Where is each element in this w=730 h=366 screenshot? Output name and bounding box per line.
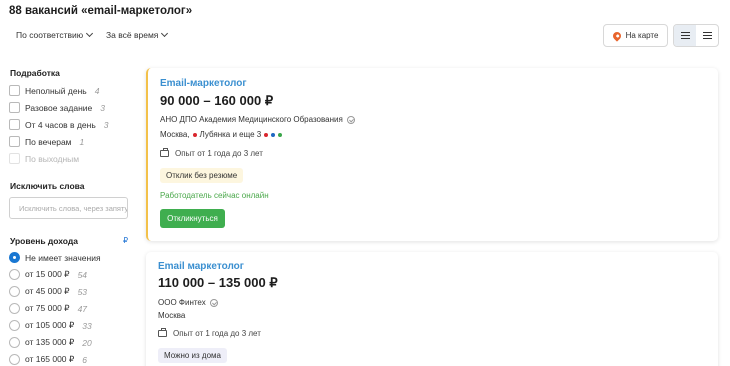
radio-button[interactable] bbox=[9, 303, 20, 314]
briefcase-icon bbox=[158, 328, 167, 337]
radio-button[interactable] bbox=[9, 337, 20, 348]
map-button-label: На карте bbox=[625, 31, 659, 40]
sort-label: По соответствию bbox=[16, 30, 84, 40]
metro-station: Лубянка и еще 3 bbox=[199, 130, 262, 139]
vacancy-title-link[interactable]: Email-маркетолог bbox=[160, 78, 247, 89]
filter-label: Неполный день bbox=[25, 85, 87, 96]
checkbox[interactable] bbox=[9, 136, 20, 147]
income-count: 33 bbox=[82, 320, 92, 331]
income-label: Не имеет значения bbox=[25, 252, 101, 263]
radio-button[interactable] bbox=[9, 320, 20, 331]
vacancy-title-link[interactable]: Email маркетолог bbox=[158, 261, 244, 272]
filter-count: 3 bbox=[100, 102, 105, 113]
detailed-view-button[interactable] bbox=[696, 25, 718, 46]
radio-button[interactable] bbox=[9, 286, 20, 297]
checkbox[interactable] bbox=[9, 102, 20, 113]
income-count: 53 bbox=[77, 286, 88, 297]
view-toggle bbox=[673, 24, 719, 47]
checkbox[interactable] bbox=[9, 119, 20, 130]
income-label: от 165 000 ₽ bbox=[25, 354, 75, 364]
page-title: 88 вакансий «email-маркетолог» bbox=[9, 5, 193, 17]
currency-link[interactable]: ₽ bbox=[123, 236, 128, 245]
income-option[interactable]: от 75 000 ₽ 47 bbox=[9, 303, 87, 314]
metro-line-icon bbox=[278, 132, 283, 137]
checkbox bbox=[9, 153, 20, 164]
vacancy-experience: Опыт от 1 года до 3 лет bbox=[160, 148, 263, 158]
income-option[interactable]: от 105 000 ₽ 33 bbox=[9, 320, 92, 331]
employer-online-status: Работодатель сейчас онлайн bbox=[160, 191, 269, 200]
income-count: 6 bbox=[82, 354, 88, 365]
map-button[interactable]: На карте bbox=[603, 24, 668, 47]
filter-label: От 4 часов в день bbox=[25, 119, 96, 130]
vacancy-experience: Опыт от 1 года до 3 лет bbox=[158, 328, 261, 338]
income-count: 54 bbox=[77, 269, 88, 280]
period-dropdown[interactable]: За всё время bbox=[106, 29, 169, 40]
vacancy-company[interactable]: АНО ДПО Академия Медицинского Образовани… bbox=[160, 115, 355, 124]
remote-work-badge: Можно из дома bbox=[158, 348, 227, 363]
metro-line-icon bbox=[264, 132, 269, 137]
verified-icon bbox=[209, 298, 218, 307]
filter-part-time[interactable]: Неполный день 4 bbox=[9, 85, 99, 96]
metro-line-icon bbox=[192, 132, 197, 137]
company-name: ООО Финтех bbox=[158, 298, 206, 307]
vacancy-company[interactable]: ООО Финтех bbox=[158, 298, 218, 307]
income-label: от 45 000 ₽ bbox=[25, 286, 70, 296]
chevron-down-icon bbox=[86, 29, 94, 38]
income-option[interactable]: от 45 000 ₽ 53 bbox=[9, 286, 87, 297]
metro-line-icon bbox=[271, 132, 276, 137]
map-pin-icon bbox=[610, 29, 623, 42]
experience-text: Опыт от 1 года до 3 лет bbox=[175, 149, 263, 158]
income-option[interactable]: Не имеет значения bbox=[9, 252, 101, 263]
sort-dropdown[interactable]: По соответствию bbox=[16, 29, 94, 40]
compact-list-icon bbox=[680, 32, 690, 39]
filter-label: По вечерам bbox=[25, 136, 72, 147]
income-option[interactable]: от 15 000 ₽ 54 bbox=[9, 269, 87, 280]
income-heading: Уровень дохода bbox=[10, 236, 79, 246]
company-name: АНО ДПО Академия Медицинского Образовани… bbox=[160, 115, 343, 124]
city: Москва, bbox=[160, 130, 190, 139]
income-count: 20 bbox=[82, 337, 92, 348]
compact-view-button[interactable] bbox=[674, 25, 696, 46]
no-resume-badge: Отклик без резюме bbox=[160, 168, 244, 183]
income-label: от 75 000 ₽ bbox=[25, 303, 70, 313]
filter-label: По выходным bbox=[25, 153, 80, 164]
filter-one-time[interactable]: Разовое задание 3 bbox=[9, 102, 105, 113]
vacancy-salary: 90 000 – 160 000 ₽ bbox=[160, 93, 274, 108]
vacancy-location: Москва, Лубянка и еще 3 bbox=[160, 130, 283, 139]
income-count: 47 bbox=[77, 303, 88, 314]
experience-text: Опыт от 1 года до 3 лет bbox=[173, 329, 261, 338]
filter-4-hours[interactable]: От 4 часов в день 3 bbox=[9, 119, 108, 130]
income-option[interactable]: от 135 000 ₽ 20 bbox=[9, 337, 92, 348]
verified-icon bbox=[346, 115, 355, 124]
income-label: от 105 000 ₽ bbox=[25, 320, 75, 330]
filter-count: 4 bbox=[94, 85, 100, 96]
city: Москва bbox=[158, 311, 186, 320]
exclude-words-input[interactable] bbox=[9, 197, 128, 219]
chevron-down-icon bbox=[161, 29, 169, 38]
employment-heading: Подработка bbox=[10, 68, 60, 78]
income-label: от 135 000 ₽ bbox=[25, 337, 75, 347]
radio-button[interactable] bbox=[9, 269, 20, 280]
detailed-list-icon bbox=[702, 32, 712, 39]
income-label: от 15 000 ₽ bbox=[25, 269, 70, 279]
radio-button[interactable] bbox=[9, 252, 20, 263]
radio-button[interactable] bbox=[9, 354, 20, 365]
exclude-heading: Исключить слова bbox=[10, 181, 85, 191]
vacancy-salary: 110 000 – 135 000 ₽ bbox=[158, 275, 278, 290]
income-option[interactable]: от 165 000 ₽ 6 bbox=[9, 354, 87, 365]
vacancy-card: Email маркетолог 110 000 – 135 000 ₽ ООО… bbox=[146, 252, 718, 366]
vacancy-card: Email-маркетолог 90 000 – 160 000 ₽ АНО … bbox=[146, 68, 718, 241]
period-label: За всё время bbox=[106, 30, 159, 40]
filter-label: Разовое задание bbox=[25, 102, 93, 113]
briefcase-icon bbox=[160, 148, 169, 157]
vacancy-location: Москва bbox=[158, 311, 185, 320]
filter-evenings[interactable]: По вечерам 1 bbox=[9, 136, 84, 147]
filter-count: 1 bbox=[79, 136, 85, 147]
filter-count: 3 bbox=[103, 119, 109, 130]
apply-button[interactable]: Откликнуться bbox=[160, 209, 225, 228]
filter-weekends: По выходным bbox=[9, 153, 79, 164]
checkbox[interactable] bbox=[9, 85, 20, 96]
